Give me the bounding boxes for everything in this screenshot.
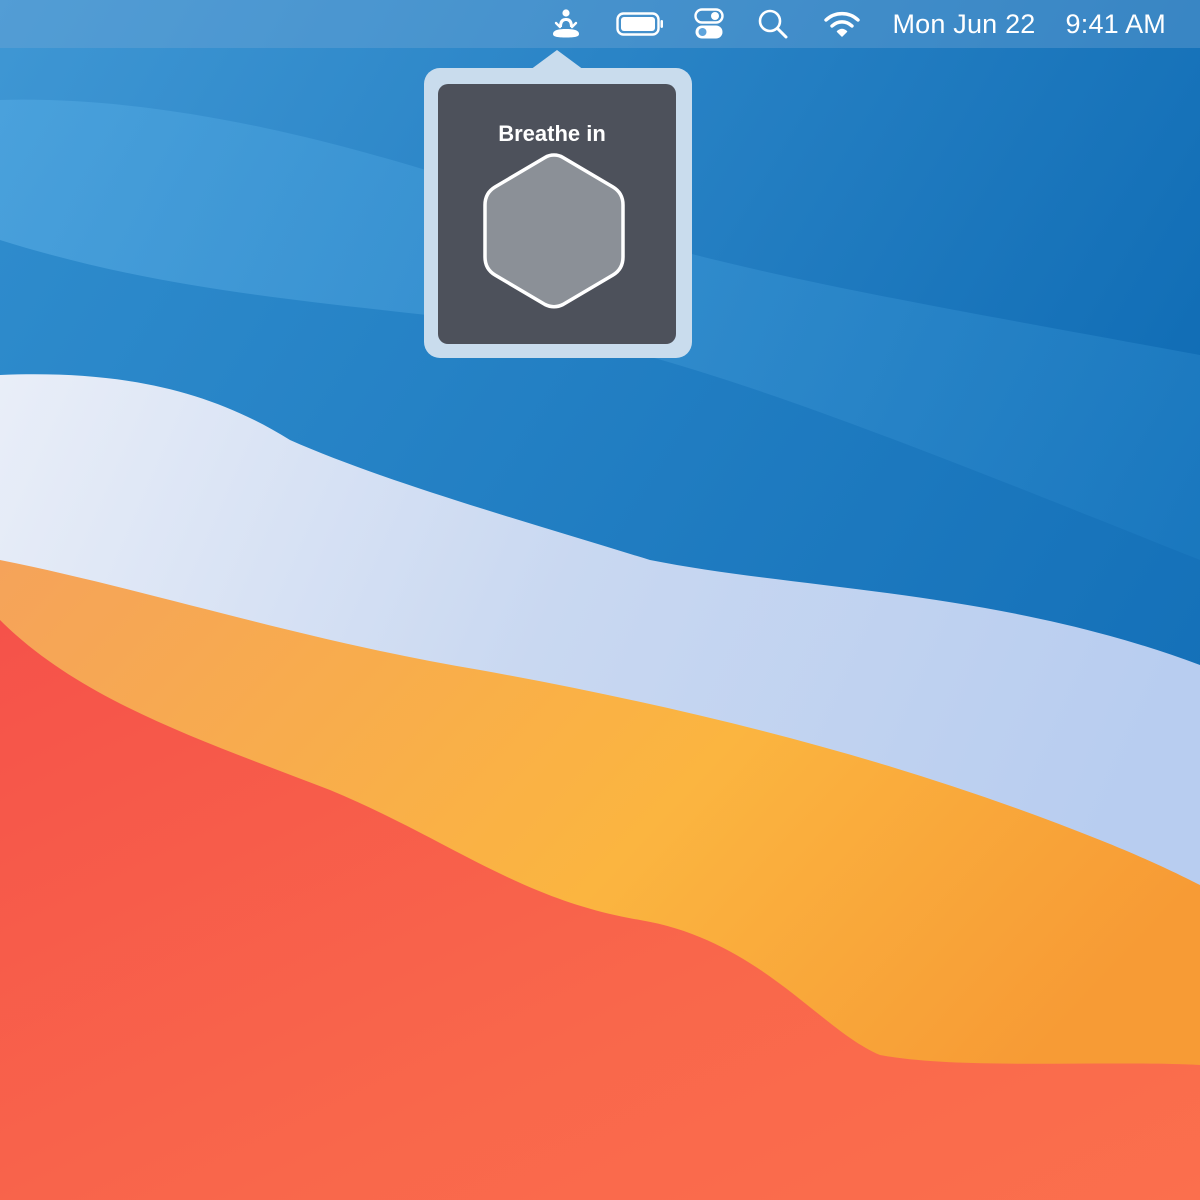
menu-bar: Mon Jun 22 9:41 AM xyxy=(0,0,1200,48)
breathe-panel: Breathe in xyxy=(438,84,676,344)
hexagon-breathing-icon xyxy=(481,151,627,316)
breathe-popover: Breathe in xyxy=(424,68,692,358)
meditation-figure-icon[interactable] xyxy=(546,0,586,48)
menu-bar-date[interactable]: Mon Jun 22 xyxy=(892,0,1035,48)
breathe-instruction-label: Breathe in xyxy=(498,121,606,146)
battery-icon[interactable] xyxy=(614,0,666,48)
popover-arrow xyxy=(530,50,584,70)
search-icon[interactable] xyxy=(756,0,790,48)
control-center-icon[interactable] xyxy=(692,0,726,48)
wifi-icon[interactable] xyxy=(822,0,862,48)
menu-bar-time[interactable]: 9:41 AM xyxy=(1066,0,1166,48)
